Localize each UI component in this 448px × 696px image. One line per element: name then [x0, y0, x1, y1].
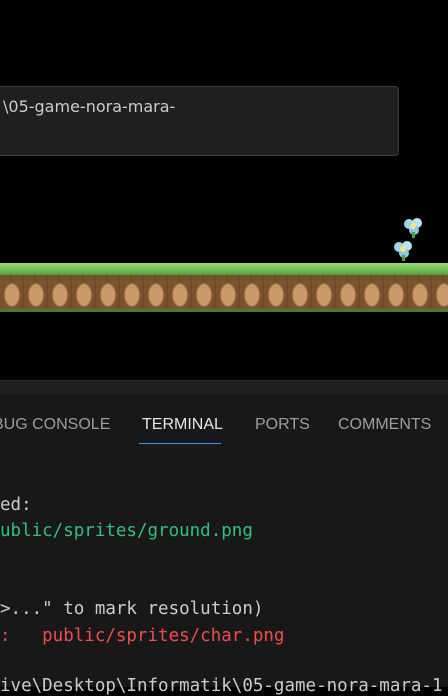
notification-text: \05-game-nora-mara-	[3, 97, 176, 116]
tab-debug-console[interactable]: BUG CONSOLE	[0, 416, 110, 434]
bottom-panel: BUG CONSOLE TERMINAL PORTS COMMENTS ed: …	[0, 380, 448, 696]
terminal-line: ublic/sprites/ground.png	[0, 521, 253, 541]
terminal-line: ed:	[0, 495, 32, 515]
flower-sprite	[404, 218, 422, 238]
tab-terminal[interactable]: TERMINAL	[142, 416, 223, 434]
terminal-line: >..." to mark resolution)	[0, 599, 264, 619]
panel-resize-handle[interactable]	[0, 381, 448, 395]
dirt-layer	[0, 275, 448, 312]
flower-sprite	[394, 241, 412, 261]
ground-tiles	[0, 263, 448, 312]
terminal-line: : public/sprites/char.png	[0, 626, 285, 646]
notification-toast: \05-game-nora-mara-	[0, 86, 399, 156]
tab-ports[interactable]: PORTS	[255, 416, 310, 434]
terminal-line: ive\Desktop\Informatik\05-game-nora-mara…	[0, 676, 443, 696]
active-tab-indicator	[139, 443, 221, 444]
tab-comments[interactable]: COMMENTS	[338, 416, 431, 434]
ground-edge	[0, 309, 448, 312]
game-canvas[interactable]: \05-game-nora-mara-	[0, 0, 448, 380]
grass-layer	[0, 263, 448, 275]
